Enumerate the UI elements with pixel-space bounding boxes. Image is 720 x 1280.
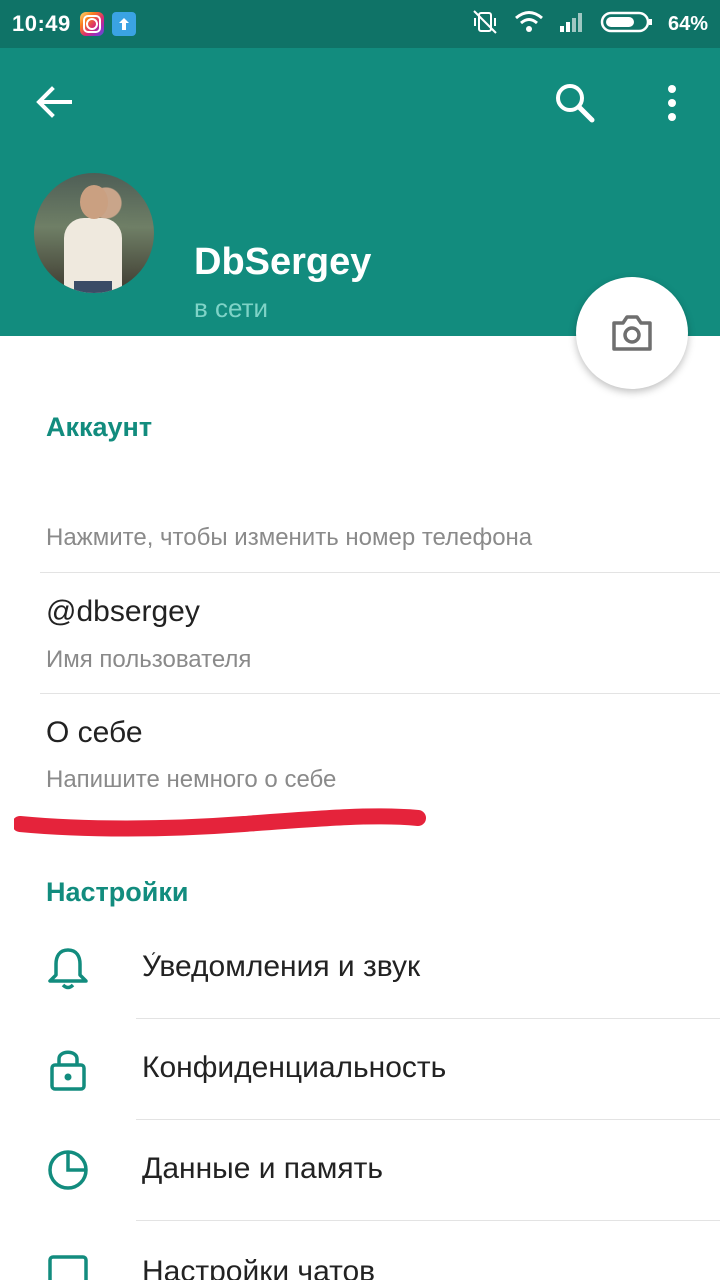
settings-item-label: Конфиденциальность: [142, 1051, 447, 1084]
username-value: @dbsergey: [46, 595, 200, 628]
lock-icon: [50, 1050, 86, 1091]
more-options-button[interactable]: [650, 78, 694, 128]
settings-item-notifications[interactable]: Уведомления и звук: [0, 918, 720, 1018]
search-button[interactable]: [550, 78, 600, 128]
avatar-head-shape: [80, 185, 108, 219]
username-label: Имя пользователя: [46, 646, 252, 673]
red-underline-mark: [14, 808, 426, 837]
upload-notification-icon: [112, 12, 136, 36]
phone-row[interactable]: ˊ Нажмите, чтобы изменить номер телефона: [0, 460, 720, 972]
chat-icon: [48, 1255, 88, 1280]
settings-item-label: Уведомления и звук: [142, 950, 421, 983]
back-button[interactable]: [30, 78, 78, 126]
avatar[interactable]: [34, 173, 154, 293]
search-icon: [556, 84, 595, 123]
change-photo-button[interactable]: [576, 277, 688, 389]
about-row[interactable]: О себе Напишите немного о себе: [0, 694, 720, 814]
settings-item-data-storage[interactable]: Данные и память: [0, 1120, 720, 1220]
profile-name: DbSergey: [194, 241, 372, 283]
settings-item-chat-settings[interactable]: Настройки чатов: [0, 1221, 720, 1280]
vibrate-off-icon: [470, 9, 500, 40]
more-vertical-icon: [668, 85, 676, 121]
bell-icon: [48, 948, 88, 990]
camera-icon: [612, 315, 652, 351]
about-title: О себе: [46, 716, 143, 749]
wifi-icon: [514, 10, 544, 39]
settings-item-label: Настройки чатов: [142, 1255, 376, 1280]
status-bar: 10:49 64%: [0, 0, 720, 48]
avatar-legs-shape: [74, 281, 112, 293]
status-time: 10:49: [12, 11, 71, 36]
profile-status: в сети: [194, 293, 269, 323]
username-row[interactable]: @dbsergey Имя пользователя: [0, 573, 720, 693]
signal-icon: [558, 10, 586, 39]
battery-percent: 64%: [667, 12, 708, 35]
settings-item-label: Данные и память: [142, 1152, 383, 1185]
arrow-left-icon: [36, 86, 72, 118]
about-hint: Напишите немного о себе: [46, 766, 337, 793]
settings-section-title: Настройки: [46, 877, 189, 907]
settings-item-privacy[interactable]: Конфиденциальность: [0, 1019, 720, 1119]
account-section-title: Аккаунт: [46, 412, 153, 442]
instagram-notification-icon: [80, 12, 104, 36]
battery-icon: [600, 10, 654, 39]
phone-hint: Нажмите, чтобы изменить номер телефона: [46, 524, 533, 551]
pie-chart-icon: [48, 1150, 88, 1190]
